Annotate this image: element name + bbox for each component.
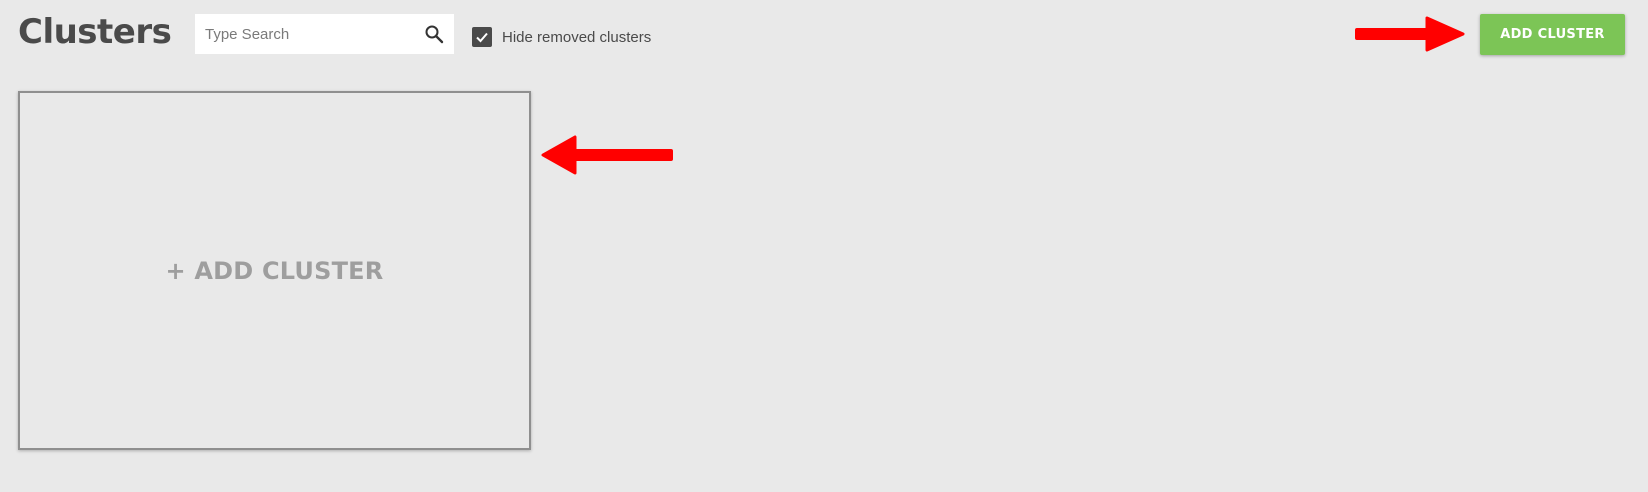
annotation-arrow-right xyxy=(1355,16,1465,52)
annotation-arrow-left xyxy=(541,135,673,175)
search-box xyxy=(195,14,454,54)
add-cluster-button[interactable]: ADD CLUSTER xyxy=(1480,14,1625,55)
add-cluster-card-label: + ADD CLUSTER xyxy=(165,256,384,285)
add-cluster-card[interactable]: + ADD CLUSTER xyxy=(18,91,531,450)
hide-removed-toggle[interactable]: Hide removed clusters xyxy=(472,26,651,48)
search-icon[interactable] xyxy=(424,24,444,44)
checkmark-icon xyxy=(476,32,488,43)
hide-removed-checkbox[interactable] xyxy=(472,27,492,47)
hide-removed-label: Hide removed clusters xyxy=(502,28,652,46)
search-input[interactable] xyxy=(195,14,410,54)
page-title: Clusters xyxy=(18,12,172,52)
